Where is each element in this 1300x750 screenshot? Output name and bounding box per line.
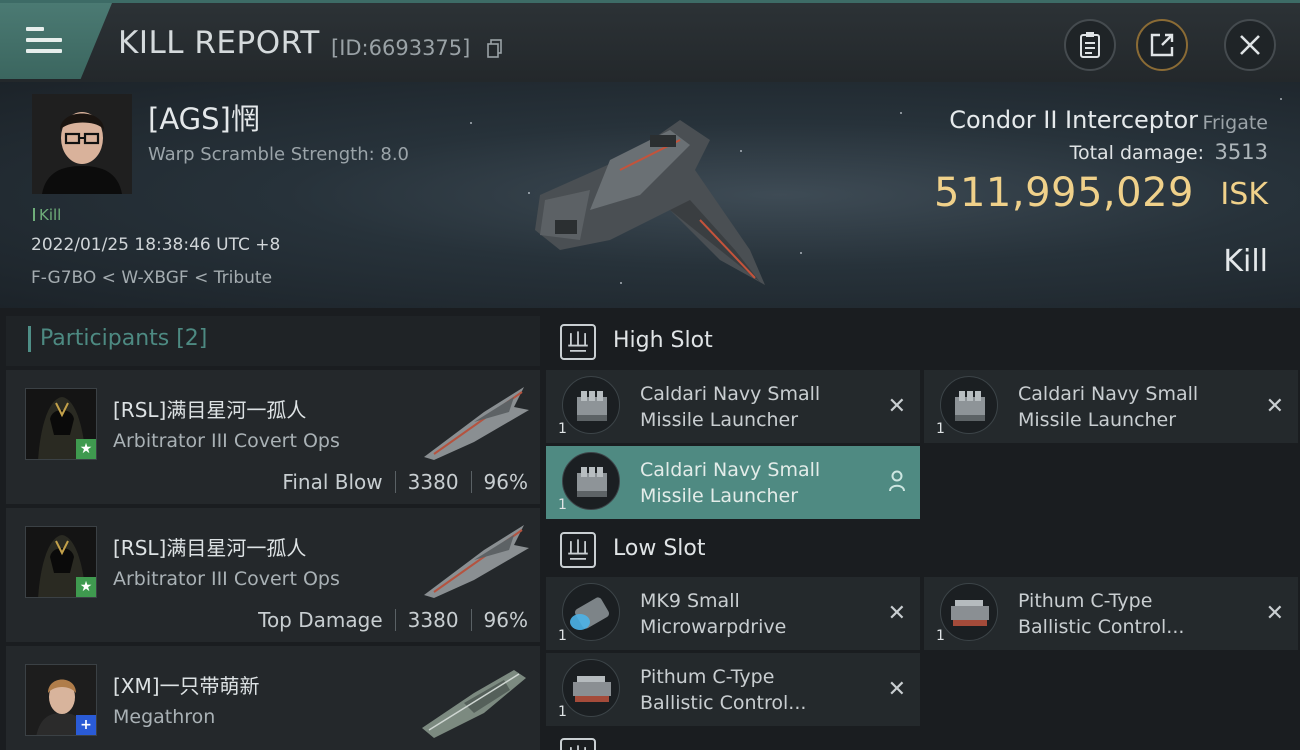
star-icon: ★ (76, 439, 96, 459)
module-quantity: 1 (558, 704, 567, 720)
total-damage-value: 3513 (1214, 140, 1268, 164)
destroyed-icon: ✕ (887, 677, 906, 702)
module-name: Caldari Navy Small Missile Launcher (640, 459, 821, 507)
share-button[interactable] (1136, 19, 1188, 71)
close-icon (1240, 35, 1260, 55)
kill-location: F-G7BO < W-XBGF < Tribute (31, 268, 273, 288)
module-item[interactable]: 1 Pithum C-Type Ballistic Control... ✕ (924, 577, 1298, 650)
participant-percent: 96% (483, 608, 528, 632)
low-slot-label: Low Slot (613, 536, 706, 561)
module-item[interactable]: 1 Caldari Navy Small Missile Launcher (546, 446, 920, 519)
module-item[interactable]: 1 Pithum C-Type Ballistic Control... ✕ (546, 653, 920, 726)
module-quantity: 1 (558, 497, 567, 513)
missile-launcher-icon (940, 376, 998, 434)
microwarpdrive-icon (562, 583, 620, 641)
module-name: Pithum C-Type Ballistic Control... (640, 666, 807, 714)
destroyed-icon: ✕ (1265, 601, 1284, 626)
participant-ship-image (424, 525, 529, 598)
participant-card[interactable]: + [XM]一只带萌新 Megathron (6, 646, 540, 750)
copy-icon[interactable] (487, 39, 503, 59)
victim-ship-image (535, 120, 765, 285)
module-item[interactable]: 1 Caldari Navy Small Missile Launcher ✕ (546, 370, 920, 443)
low-slot-header: Low Slot (546, 522, 1298, 578)
module-name: Caldari Navy Small Missile Launcher (1018, 383, 1199, 431)
high-slot-label: High Slot (613, 328, 713, 353)
clipboard-button[interactable] (1064, 19, 1116, 71)
participant-stats: Top Damage 3380 96% (258, 608, 528, 632)
mid-slot-icon (560, 738, 596, 750)
kill-id: [ID:6693375] (331, 36, 471, 60)
module-name: Caldari Navy Small Missile Launcher (640, 383, 821, 431)
participants-header: Participants [2] (6, 316, 540, 366)
participant-damage: 3380 (407, 608, 459, 632)
participant-stats: Final Blow 3380 96% (282, 470, 528, 494)
victim-ship-name[interactable]: Condor II Interceptor (949, 106, 1198, 134)
participant-ship: Arbitrator III Covert Ops (113, 568, 340, 590)
missile-launcher-icon (562, 452, 620, 510)
star-icon: ★ (76, 577, 96, 597)
participant-avatar: ★ (25, 388, 97, 460)
mid-slot-header (546, 734, 1298, 750)
module-name: Pithum C-Type Ballistic Control... (1018, 590, 1185, 638)
participant-ship-image (422, 670, 526, 738)
kill-timestamp: 2022/01/25 18:38:46 UTC +8 (31, 235, 281, 255)
low-slot-icon (560, 532, 596, 568)
participant-ship: Arbitrator III Covert Ops (113, 430, 340, 452)
victim-banner: [AGS]惘 Warp Scramble Strength: 8.0 Kill … (0, 82, 1300, 308)
victim-pilot-name[interactable]: [AGS]惘 (148, 96, 260, 138)
destroyed-icon: ✕ (887, 394, 906, 419)
participant-role: Final Blow (282, 470, 383, 494)
participant-damage: 3380 (407, 470, 459, 494)
kill-tag: Kill (33, 206, 61, 224)
module-item[interactable]: 1 Caldari Navy Small Missile Launcher ✕ (924, 370, 1298, 443)
participant-name: [RSL]满目星河一孤人 (113, 398, 307, 422)
participant-role: Top Damage (258, 608, 383, 632)
participant-name: [XM]一只带萌新 (113, 674, 260, 698)
participant-card[interactable]: ★ [RSL]满目星河一孤人 Arbitrator III Covert Ops… (6, 508, 540, 642)
menu-button[interactable] (0, 3, 112, 79)
participant-ship: Megathron (113, 706, 216, 728)
ballistic-control-icon (940, 583, 998, 641)
isk-value: 511,995,029 (934, 170, 1194, 216)
destroyed-icon: ✕ (1265, 394, 1284, 419)
result-label: Kill (1223, 244, 1268, 279)
destroyed-icon: ✕ (887, 601, 906, 626)
clipboard-icon (1080, 32, 1100, 58)
victim-avatar[interactable] (32, 94, 132, 194)
participant-avatar: + (25, 664, 97, 736)
page-title: KILL REPORT (118, 25, 320, 61)
participant-name: [RSL]满目星河一孤人 (113, 536, 307, 560)
title-bar: KILL REPORT [ID:6693375] (0, 0, 1300, 82)
isk-unit: ISK (1220, 177, 1268, 212)
module-item[interactable]: 1 MK9 Small Microwarpdrive ✕ (546, 577, 920, 650)
module-quantity: 1 (558, 628, 567, 644)
participants-title: Participants [2] (40, 326, 208, 351)
module-name: MK9 Small Microwarpdrive (640, 590, 787, 638)
high-slot-header: High Slot (546, 314, 1298, 370)
participant-card[interactable]: ★ [RSL]满目星河一孤人 Arbitrator III Covert Ops… (6, 370, 540, 504)
person-icon (889, 470, 905, 492)
ballistic-control-icon (562, 659, 620, 717)
plus-icon: + (76, 715, 96, 735)
warp-scramble-strength: Warp Scramble Strength: 8.0 (148, 144, 410, 165)
module-quantity: 1 (936, 421, 945, 437)
module-quantity: 1 (558, 421, 567, 437)
total-damage-label: Total damage: (1069, 142, 1204, 164)
victim-ship-class: Frigate (1202, 112, 1268, 134)
participant-ship-image (424, 387, 529, 460)
participant-avatar: ★ (25, 526, 97, 598)
share-icon (1150, 33, 1174, 57)
module-quantity: 1 (936, 628, 945, 644)
menu-icon (26, 27, 62, 55)
missile-launcher-icon (562, 376, 620, 434)
close-button[interactable] (1224, 19, 1276, 71)
participant-percent: 96% (483, 470, 528, 494)
high-slot-icon (560, 324, 596, 360)
